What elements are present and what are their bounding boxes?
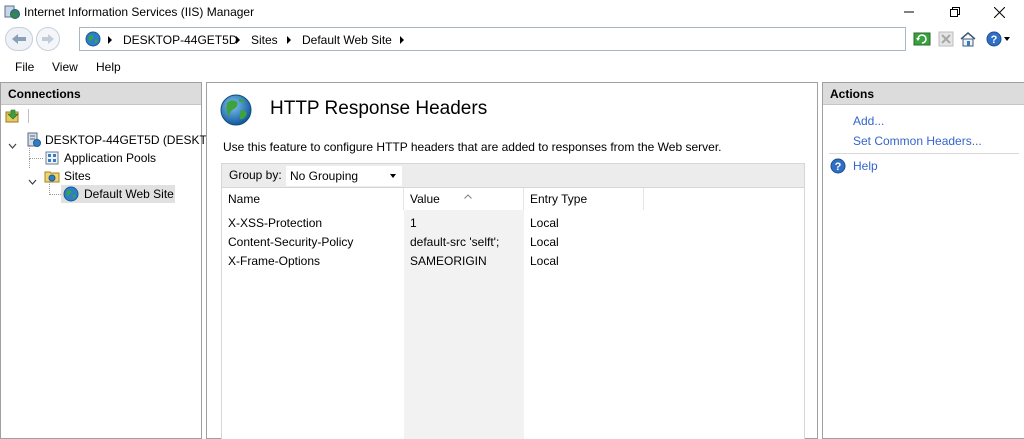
column-header-value[interactable]: Value	[404, 188, 524, 210]
address-bar[interactable]: DESKTOP-44GET5D Sites Default Web Site	[79, 27, 906, 51]
help-icon[interactable]: ?	[830, 158, 846, 177]
page-title: HTTP Response Headers	[270, 98, 488, 119]
actions-divider	[829, 153, 1019, 154]
cell-entry-type: Local	[530, 235, 559, 249]
group-by-value: No Grouping	[290, 169, 359, 183]
home-icon[interactable]	[957, 28, 979, 50]
group-by-select[interactable]: No Grouping	[286, 166, 402, 186]
breadcrumb-server[interactable]: DESKTOP-44GET5D	[123, 32, 237, 48]
back-button[interactable]	[5, 27, 33, 51]
svg-text:?: ?	[991, 34, 998, 46]
breadcrumb-arrow[interactable]	[236, 36, 240, 44]
menu-help[interactable]: Help	[96, 60, 121, 74]
add-header-link[interactable]: Add...	[853, 114, 884, 128]
cell-entry-type: Local	[530, 254, 559, 268]
forward-button[interactable]	[36, 27, 60, 51]
headers-grid: Name Value Entry Type X-XSS-Protection 1…	[221, 187, 805, 439]
close-button[interactable]	[976, 0, 1022, 24]
cell-name: Content-Security-Policy	[228, 235, 354, 249]
refresh-icon[interactable]	[911, 28, 933, 50]
globe-icon	[63, 186, 79, 207]
cell-value: 1	[410, 216, 417, 230]
toolbar-separator	[28, 109, 29, 123]
chevron-down-icon	[390, 174, 396, 178]
feature-panel: HTTP Response Headers Use this feature t…	[206, 82, 818, 439]
tree-item-label: DESKTOP-44GET5D (DESKTOP	[45, 133, 224, 147]
breadcrumb-arrow[interactable]	[108, 36, 112, 44]
window-title: Internet Information Services (IIS) Mana…	[24, 5, 255, 19]
actions-panel: Actions Add... Set Common Headers... ? H…	[822, 82, 1024, 439]
stop-icon[interactable]	[935, 28, 957, 50]
iis-app-icon	[4, 4, 20, 20]
connections-panel: Connections DESKTOP-44GET5D (DESKTOP App…	[0, 82, 224, 439]
tree-item-label: Sites	[64, 169, 91, 183]
svg-text:?: ?	[835, 161, 842, 173]
tree-item-application-pools[interactable]: Application Pools	[1, 145, 201, 167]
tree-item-label: Application Pools	[64, 151, 157, 165]
help-link[interactable]: Help	[853, 159, 878, 173]
group-by-bar: Group by: No Grouping	[221, 163, 805, 187]
menu-view[interactable]: View	[52, 60, 78, 74]
cell-value: SAMEORIGIN	[410, 254, 487, 268]
set-common-headers-link[interactable]: Set Common Headers...	[853, 134, 982, 148]
maximize-button[interactable]	[932, 0, 978, 24]
tree-item-default-web-site[interactable]: Default Web Site	[1, 181, 201, 203]
breadcrumb-arrow[interactable]	[400, 36, 404, 44]
group-by-label: Group by:	[229, 168, 282, 182]
actions-header: Actions	[823, 83, 1024, 105]
globe-icon	[219, 93, 253, 130]
address-row: DESKTOP-44GET5D Sites Default Web Site ?	[0, 24, 1024, 54]
help-dropdown-icon[interactable]: ?	[985, 28, 1013, 50]
breadcrumb-site[interactable]: Default Web Site	[302, 32, 392, 48]
menu-bar: File View Help	[0, 56, 1024, 78]
globe-icon	[85, 31, 101, 50]
connections-header: Connections	[1, 83, 201, 105]
cell-entry-type: Local	[530, 216, 559, 230]
breadcrumb-arrow[interactable]	[287, 36, 291, 44]
minimize-button[interactable]	[886, 0, 932, 24]
tree-item-server[interactable]: DESKTOP-44GET5D (DESKTOP	[1, 131, 224, 149]
breadcrumb-sites[interactable]: Sites	[251, 32, 278, 48]
connections-toolbar	[1, 105, 201, 127]
menu-file[interactable]: File	[15, 60, 34, 74]
new-connection-icon[interactable]	[5, 108, 21, 127]
column-header-entry-type[interactable]: Entry Type	[524, 188, 644, 210]
cell-value: default-src 'selft';	[410, 235, 500, 249]
tree-item-sites[interactable]: Sites	[1, 158, 201, 185]
title-bar: Internet Information Services (IIS) Mana…	[0, 0, 1024, 24]
cell-name: X-Frame-Options	[228, 254, 321, 268]
cell-name: X-XSS-Protection	[228, 216, 323, 230]
tree-item-label: Default Web Site	[84, 187, 174, 201]
column-header-name[interactable]: Name	[222, 188, 404, 210]
feature-description: Use this feature to configure HTTP heade…	[223, 140, 722, 154]
